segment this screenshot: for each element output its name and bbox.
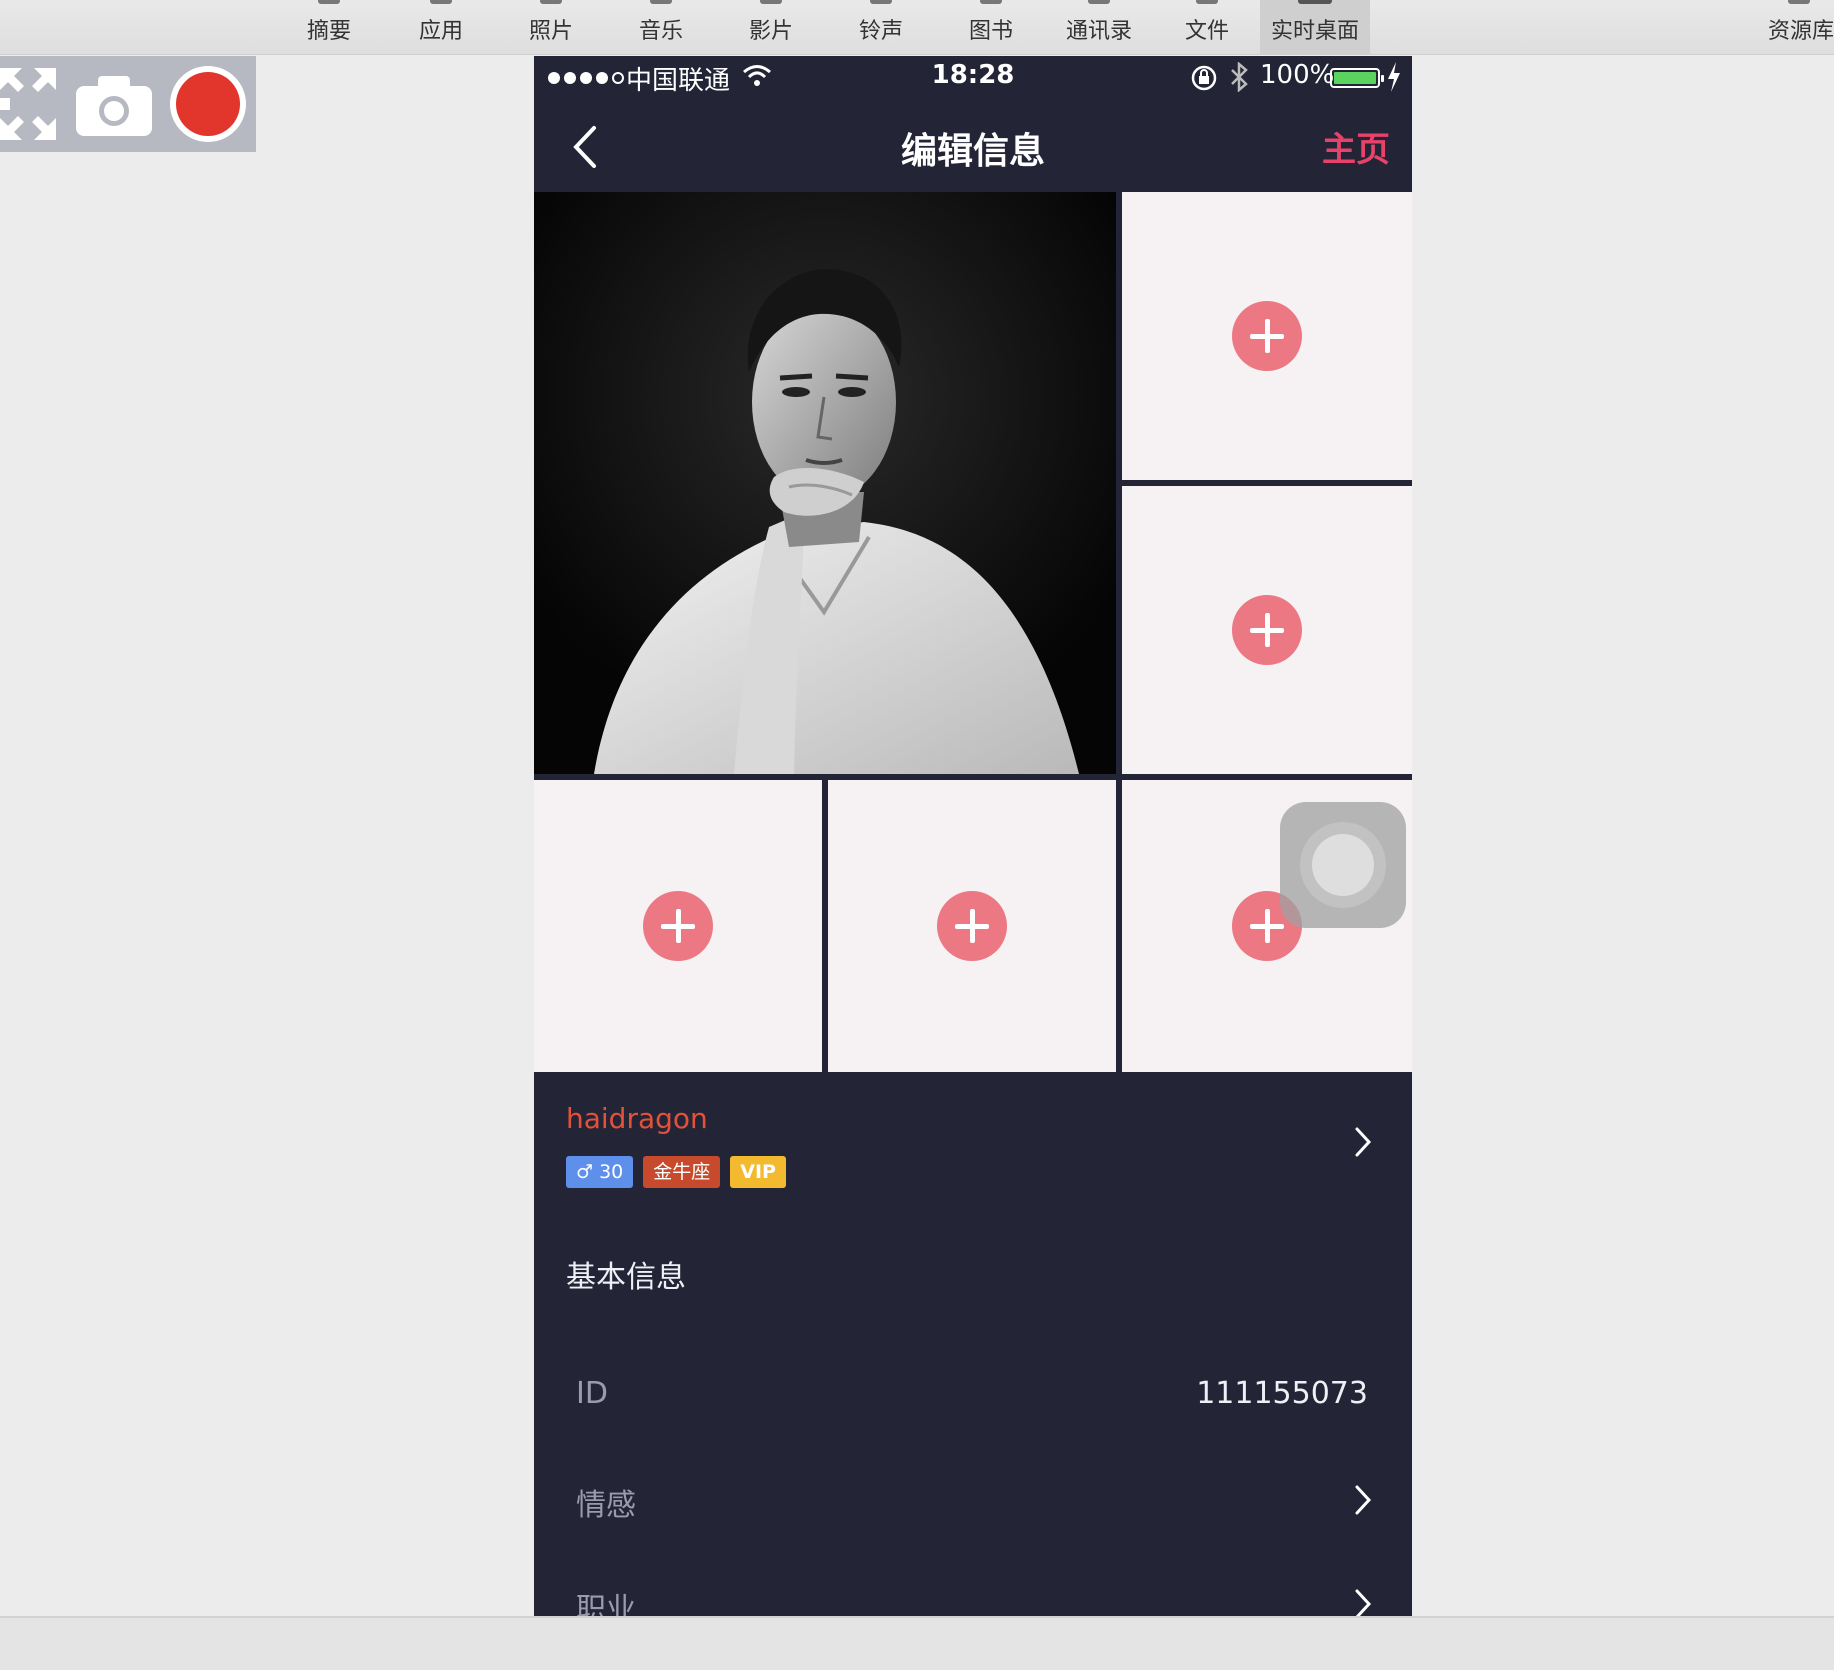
toolbar-tab-label: 铃声: [858, 19, 903, 44]
plus-circle-icon: [643, 891, 713, 961]
battery-icon: [1330, 68, 1384, 88]
photo-slot[interactable]: [1122, 486, 1412, 774]
toolbar-tab-label: 应用: [418, 19, 463, 44]
toolbar-tab-photos[interactable]: 照片: [496, 0, 606, 54]
info-row-id: ID 111155073: [534, 1346, 1412, 1446]
plus-circle-icon: [1232, 595, 1302, 665]
toolbar-tab-label: 图书: [968, 19, 1013, 44]
info-label: 职业: [576, 1592, 636, 1616]
toolbar-tab-music[interactable]: 音乐: [606, 0, 716, 54]
toolbar-tab-label: 音乐: [638, 19, 683, 44]
photo-slot[interactable]: [534, 780, 822, 1072]
assistive-touch-button[interactable]: [1280, 802, 1406, 928]
app-toolbar: 摘要 应用 照片 音乐 影片 铃声 图书 通讯录 文件 实时桌面 资源库: [0, 0, 1834, 55]
profile-photo[interactable]: [534, 192, 1116, 774]
chevron-right-icon: [1355, 1485, 1372, 1515]
toolbar-tab-apps[interactable]: 应用: [386, 0, 496, 54]
record-icon[interactable]: [170, 66, 246, 142]
bottom-bar: [0, 1616, 1834, 1670]
camera-icon[interactable]: [76, 74, 152, 136]
toolbar-tab-ringtones[interactable]: 铃声: [826, 0, 936, 54]
plus-circle-icon: [937, 891, 1007, 961]
toolbar-tab-files[interactable]: 文件: [1152, 0, 1262, 54]
portrait-image: [534, 192, 1116, 774]
toolbar-tab-movies[interactable]: 影片: [716, 0, 826, 54]
section-title-basic-info: 基本信息: [566, 1260, 686, 1295]
profile-summary-row[interactable]: haidragon ♂ 30 金牛座 VIP: [534, 1072, 1412, 1212]
toolbar-tab-summary[interactable]: 摘要: [274, 0, 384, 54]
plus-circle-icon: [1232, 301, 1302, 371]
toolbar-tab-library[interactable]: 资源库: [1760, 0, 1834, 54]
toolbar-tab-live-desktop[interactable]: 实时桌面: [1260, 0, 1370, 54]
rotation-lock-icon: [1191, 65, 1217, 91]
capture-toolbar: [0, 56, 256, 152]
toolbar-tab-label: 文件: [1184, 19, 1229, 44]
username: haidragon: [566, 1102, 708, 1135]
photo-slot[interactable]: [1122, 192, 1412, 480]
zodiac-badge: 金牛座: [643, 1156, 721, 1188]
toolbar-tab-label: 摘要: [306, 19, 351, 44]
page-title: 编辑信息: [900, 131, 1045, 172]
toolbar-tab-label: 影片: [748, 19, 793, 44]
toolbar-tab-books[interactable]: 图书: [936, 0, 1046, 54]
info-label: 情感: [576, 1488, 636, 1523]
chevron-right-icon: [1355, 1127, 1372, 1157]
toolbar-tab-label: 资源库: [1768, 19, 1834, 44]
toolbar-tab-label: 照片: [528, 19, 573, 44]
photo-grid: [534, 192, 1412, 1072]
chevron-right-icon: [1355, 1589, 1372, 1616]
info-value: 111155073: [1196, 1376, 1368, 1411]
nav-bar: 编辑信息 主页: [534, 100, 1412, 192]
vip-badge: VIP: [730, 1156, 786, 1188]
battery-percentage: 100%: [1260, 60, 1335, 90]
toolbar-tab-label: 实时桌面: [1270, 19, 1359, 44]
toolbar-tab-contacts[interactable]: 通讯录: [1044, 0, 1154, 54]
bluetooth-icon: [1231, 62, 1248, 92]
info-row-occupation[interactable]: 职业: [534, 1554, 1412, 1616]
gender-age-badge: ♂ 30: [566, 1156, 634, 1188]
photo-slot[interactable]: [828, 780, 1116, 1072]
expand-arrows-icon[interactable]: [0, 68, 60, 140]
profile-tags: ♂ 30 金牛座 VIP: [566, 1156, 786, 1188]
charging-bolt-icon: [1388, 62, 1400, 92]
info-label: ID: [576, 1376, 608, 1411]
toolbar-tab-label: 通讯录: [1065, 19, 1132, 44]
status-bar: 中国联通 18:28 100%: [534, 56, 1412, 100]
home-link[interactable]: 主页: [1322, 122, 1390, 171]
info-row-relationship[interactable]: 情感: [534, 1450, 1412, 1550]
